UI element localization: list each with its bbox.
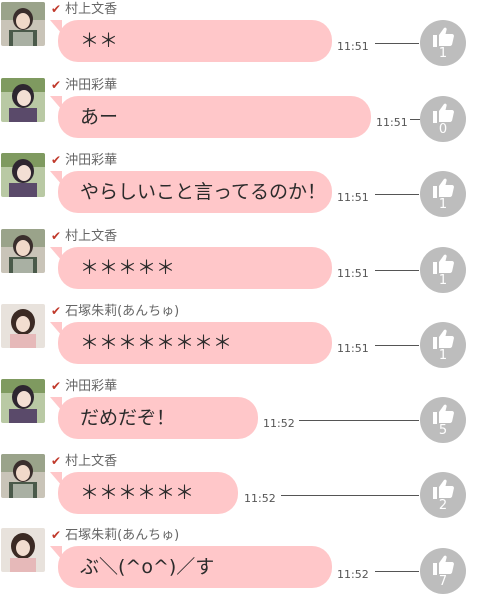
- message-bubble[interactable]: ＊＊＊＊＊: [48, 247, 332, 289]
- like-button[interactable]: 7: [420, 548, 466, 594]
- chat-message-list: ✔ 村上文香 ＊＊ 11:51 1 ✔ 沖田彩華 あー 11:51 0 ✔ 沖田…: [0, 0, 480, 599]
- like-count: 0: [438, 122, 448, 137]
- sender-name-line: ✔ 石塚朱莉(あんちゅ): [51, 526, 179, 544]
- message-bubble[interactable]: やらしいこと言ってるのか！: [48, 171, 332, 213]
- check-icon: ✔: [51, 2, 62, 16]
- connector-line: [281, 495, 419, 496]
- sender-name: 村上文香: [65, 454, 118, 469]
- check-icon: ✔: [51, 528, 62, 542]
- sender-name-line: ✔ 沖田彩華: [51, 377, 117, 395]
- sender-name-line: ✔ 村上文香: [51, 0, 117, 18]
- message-text: ＊＊＊＊＊＊＊＊: [58, 322, 332, 364]
- sender-name: 石塚朱莉(あんちゅ): [65, 528, 180, 543]
- connector-line: [375, 194, 419, 195]
- sender-name: 石塚朱莉(あんちゅ): [65, 304, 180, 319]
- message-row: ✔ 村上文香 ＊＊ 11:51 1: [0, 0, 480, 75]
- message-time: 11:51: [337, 267, 369, 280]
- like-count: 1: [438, 348, 448, 363]
- avatar[interactable]: [1, 528, 45, 572]
- thumbs-up-icon: [433, 178, 454, 198]
- thumbs-up-icon: [433, 555, 454, 575]
- sender-name: 沖田彩華: [65, 78, 118, 93]
- thumbs-up-icon: [433, 329, 454, 349]
- message-text: ＊＊: [58, 20, 332, 62]
- message-time: 11:52: [263, 417, 295, 430]
- message-time: 11:51: [337, 342, 369, 355]
- check-icon: ✔: [51, 78, 62, 92]
- message-row: ✔ 石塚朱莉(あんちゅ) ＊＊＊＊＊＊＊＊ 11:51 1: [0, 302, 480, 377]
- message-time: 11:51: [337, 191, 369, 204]
- message-row: ✔ 石塚朱莉(あんちゅ) ぶ＼(^o^)／す 11:52 7: [0, 526, 480, 601]
- connector-line: [299, 420, 419, 421]
- check-icon: ✔: [51, 229, 62, 243]
- like-count: 2: [438, 498, 448, 513]
- message-bubble[interactable]: ＊＊＊＊＊＊＊＊: [48, 322, 332, 364]
- message-text: やらしいこと言ってるのか！: [58, 171, 332, 213]
- connector-line: [375, 270, 419, 271]
- like-count: 1: [438, 273, 448, 288]
- avatar[interactable]: [1, 2, 45, 46]
- message-bubble[interactable]: ＊＊＊＊＊＊: [48, 472, 238, 514]
- avatar[interactable]: [1, 78, 45, 122]
- message-text: だめだぞ！: [58, 397, 258, 439]
- connector-line: [375, 345, 419, 346]
- thumbs-up-icon: [433, 404, 454, 424]
- like-button[interactable]: 1: [420, 247, 466, 293]
- like-button[interactable]: 2: [420, 472, 466, 518]
- connector-line: [410, 119, 420, 120]
- like-count: 5: [438, 423, 448, 438]
- message-text: ぶ＼(^o^)／す: [58, 546, 332, 588]
- message-row: ✔ 村上文香 ＊＊＊＊＊ 11:51 1: [0, 227, 480, 302]
- avatar[interactable]: [1, 454, 45, 498]
- sender-name: 沖田彩華: [65, 153, 118, 168]
- message-row: ✔ 沖田彩華 やらしいこと言ってるのか！ 11:51 1: [0, 151, 480, 226]
- message-time: 11:51: [376, 116, 408, 129]
- like-button[interactable]: 1: [420, 20, 466, 66]
- message-bubble[interactable]: ＊＊: [48, 20, 332, 62]
- message-bubble[interactable]: だめだぞ！: [48, 397, 258, 439]
- thumbs-up-icon: [433, 103, 454, 123]
- like-button[interactable]: 0: [420, 96, 466, 142]
- sender-name: 沖田彩華: [65, 379, 118, 394]
- like-count: 1: [438, 197, 448, 212]
- check-icon: ✔: [51, 379, 62, 393]
- message-row: ✔ 村上文香 ＊＊＊＊＊＊ 11:52 2: [0, 452, 480, 527]
- connector-line: [375, 571, 419, 572]
- check-icon: ✔: [51, 153, 62, 167]
- message-row: ✔ 沖田彩華 だめだぞ！ 11:52 5: [0, 377, 480, 452]
- thumbs-up-icon: [433, 254, 454, 274]
- message-text: あー: [58, 96, 371, 138]
- avatar[interactable]: [1, 229, 45, 273]
- message-text: ＊＊＊＊＊: [58, 247, 332, 289]
- like-count: 1: [438, 46, 448, 61]
- sender-name-line: ✔ 村上文香: [51, 227, 117, 245]
- sender-name-line: ✔ 村上文香: [51, 452, 117, 470]
- message-time: 11:51: [337, 40, 369, 53]
- message-row: ✔ 沖田彩華 あー 11:51 0: [0, 76, 480, 151]
- message-bubble[interactable]: ぶ＼(^o^)／す: [48, 546, 332, 588]
- sender-name-line: ✔ 石塚朱莉(あんちゅ): [51, 302, 179, 320]
- message-text: ＊＊＊＊＊＊: [58, 472, 238, 514]
- check-icon: ✔: [51, 454, 62, 468]
- thumbs-up-icon: [433, 479, 454, 499]
- avatar[interactable]: [1, 153, 45, 197]
- message-bubble[interactable]: あー: [48, 96, 371, 138]
- message-time: 11:52: [244, 492, 276, 505]
- connector-line: [375, 43, 419, 44]
- thumbs-up-icon: [433, 27, 454, 47]
- sender-name-line: ✔ 沖田彩華: [51, 151, 117, 169]
- like-button[interactable]: 1: [420, 171, 466, 217]
- sender-name-line: ✔ 沖田彩華: [51, 76, 117, 94]
- sender-name: 村上文香: [65, 2, 118, 17]
- like-button[interactable]: 5: [420, 397, 466, 443]
- like-count: 7: [438, 574, 448, 589]
- avatar[interactable]: [1, 379, 45, 423]
- avatar[interactable]: [1, 304, 45, 348]
- message-time: 11:52: [337, 568, 369, 581]
- check-icon: ✔: [51, 304, 62, 318]
- like-button[interactable]: 1: [420, 322, 466, 368]
- sender-name: 村上文香: [65, 229, 118, 244]
